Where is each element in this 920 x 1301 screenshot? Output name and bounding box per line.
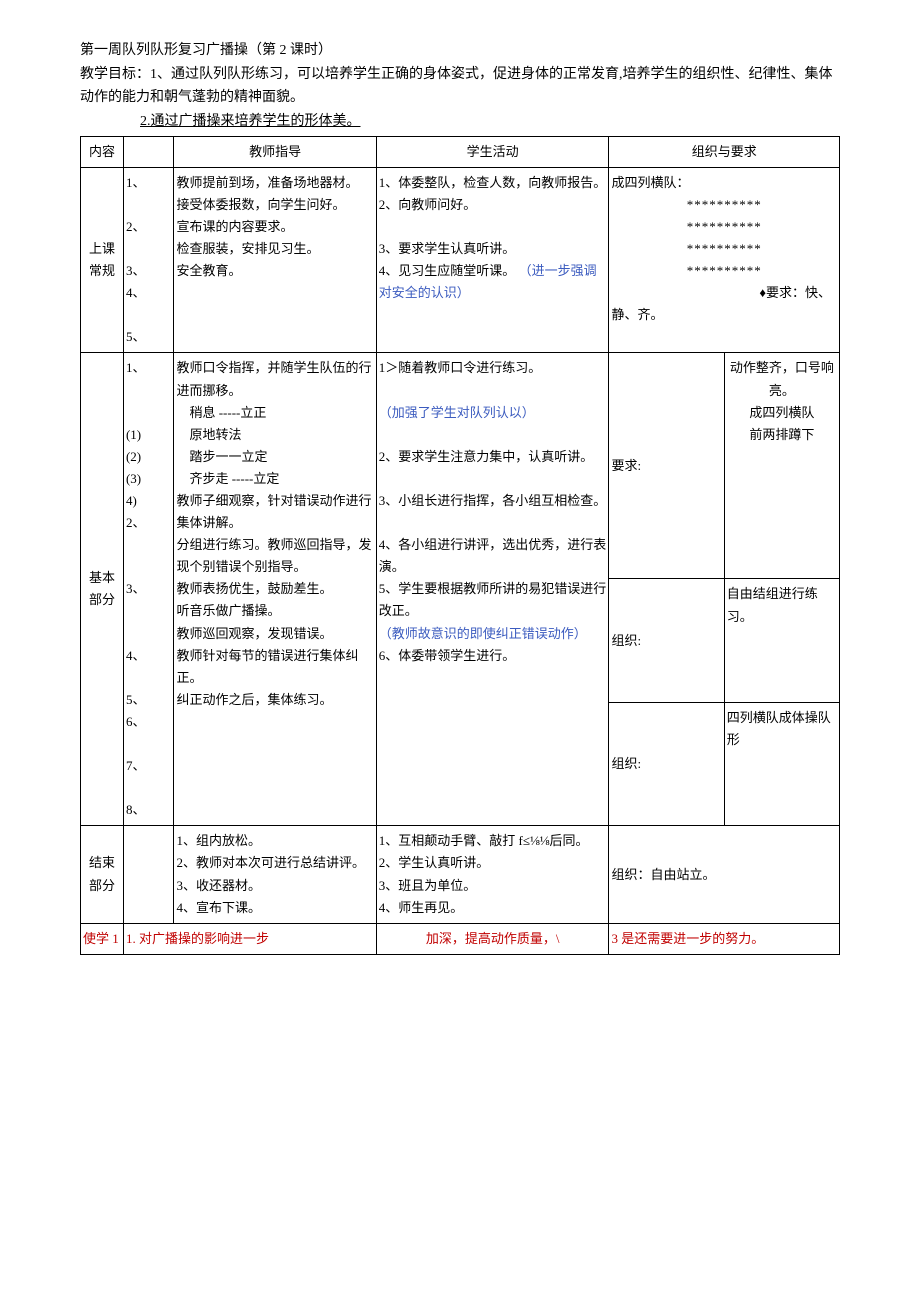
header-org: 组织与要求 — [609, 136, 840, 167]
goal-line-1: 教学目标：1、通过队列队形练习，可以培养学生正确的身体姿式，促进身体的正常发育,… — [80, 64, 840, 109]
routine-org-req-rest: 静、齐。 — [611, 304, 837, 326]
basic-nums: 1、 (1) (2) (3) 4) 2、 3、 4、 5、 6、 7、 8、 — [123, 353, 174, 826]
end-student: 1、互相颠动手臂、敲打 f≤⅛⅛后同。 2、学生认真听讲。 3、班且为单位。 4… — [376, 826, 609, 923]
routine-org-req-partial: ♦要求：快、 — [611, 282, 837, 304]
header-student: 学生活动 — [376, 136, 609, 167]
basic-org-req-2: 自由结组进行练习。 — [724, 579, 839, 702]
routine-org: 成四列横队： ********** ********** ********** … — [609, 167, 840, 353]
basic-org-req-3: 四列横队成体操队形 — [724, 702, 839, 825]
footer-mid-left: 1. 对广播操的影响进一步 — [123, 923, 376, 954]
basic-student-blue2: （教师故意识的即使纠正错误动作） — [379, 623, 607, 645]
header-teacher: 教师指导 — [174, 136, 376, 167]
routine-org-title: 成四列横队： — [611, 172, 837, 194]
routine-org-stars: ********** ********** ********** *******… — [611, 194, 837, 282]
basic-student: 1＞随着教师口令进行练习。 （加强了学生对队列认以） 2、要求学生注意力集中，认… — [376, 353, 609, 826]
row-end: 结束部分 1、组内放松。 2、教师对本次可进行总结讲评。 3、收还器材。 4、宣… — [81, 826, 840, 923]
row-routine: 上课常规 1、 2、 3、 4、 5、 教师提前到场，准备场地器材。 接受体委报… — [81, 167, 840, 353]
row-basic-1: 基本部分 1、 (1) (2) (3) 4) 2、 3、 4、 5、 6、 7、… — [81, 353, 840, 579]
section-end-label: 结束部分 — [81, 826, 124, 923]
lesson-plan-table: 内容 教师指导 学生活动 组织与要求 上课常规 1、 2、 3、 4、 5、 教… — [80, 136, 840, 955]
routine-teacher: 教师提前到场，准备场地器材。 接受体委报数，向学生问好。 宣布课的内容要求。 检… — [174, 167, 376, 353]
end-org: 组织：自由站立。 — [609, 826, 840, 923]
footer-left: 使学 1 — [81, 923, 124, 954]
section-routine-label: 上课常规 — [81, 167, 124, 353]
basic-org-label-1: 要求: — [609, 353, 724, 579]
routine-nums: 1、 2、 3、 4、 5、 — [123, 167, 174, 353]
basic-student-blue1: （加强了学生对队列认以） — [379, 402, 607, 424]
row-footer: 使学 1 1. 对广播操的影响进一步 加深，提高动作质量，\ 3 是还需要进一步… — [81, 923, 840, 954]
section-basic-label: 基本部分 — [81, 353, 124, 826]
end-teacher: 1、组内放松。 2、教师对本次可进行总结讲评。 3、收还器材。 4、宣布下课。 — [174, 826, 376, 923]
title-line: 第一周队列队形复习广播操（第 2 课时） — [80, 40, 840, 62]
routine-student: 1、体委整队，检查人数，向教师报告。 2、向教师问好。 3、要求学生认真听讲。 … — [376, 167, 609, 353]
basic-org-req-1: 动作整齐，口号响亮。 成四列横队 前两排蹲下 — [724, 353, 839, 579]
basic-student-l2: 2、要求学生注意力集中，认真听讲。 — [379, 446, 607, 468]
basic-org-label-3: 组织: — [609, 702, 724, 825]
basic-student-l4: 4、各小组进行讲评，选出优秀，进行表演。 — [379, 534, 607, 578]
basic-org-label-2: 组织: — [609, 579, 724, 702]
end-nums — [123, 826, 174, 923]
footer-right: 3 是还需要进一步的努力。 — [609, 923, 840, 954]
header-content: 内容 — [81, 136, 124, 167]
basic-student-l1: 1＞随着教师口令进行练习。 — [379, 357, 607, 379]
header-empty — [123, 136, 174, 167]
goal-line-2: 2.通过广播操来培养学生的形体美。 — [140, 111, 840, 133]
basic-teacher: 教师口令指挥，并随学生队伍的行进而挪移。 稍息 -----立正 原地转法 踏步一… — [174, 353, 376, 826]
footer-mid: 加深，提高动作质量，\ — [376, 923, 609, 954]
basic-student-l3: 3、小组长进行指挥，各小组互相检查。 — [379, 490, 607, 512]
basic-student-l5: 5、学生要根据教师所讲的易犯错误进行改正。 — [379, 578, 607, 622]
basic-student-l6: 6、体委带领学生进行。 — [379, 645, 607, 667]
table-header-row: 内容 教师指导 学生活动 组织与要求 — [81, 136, 840, 167]
